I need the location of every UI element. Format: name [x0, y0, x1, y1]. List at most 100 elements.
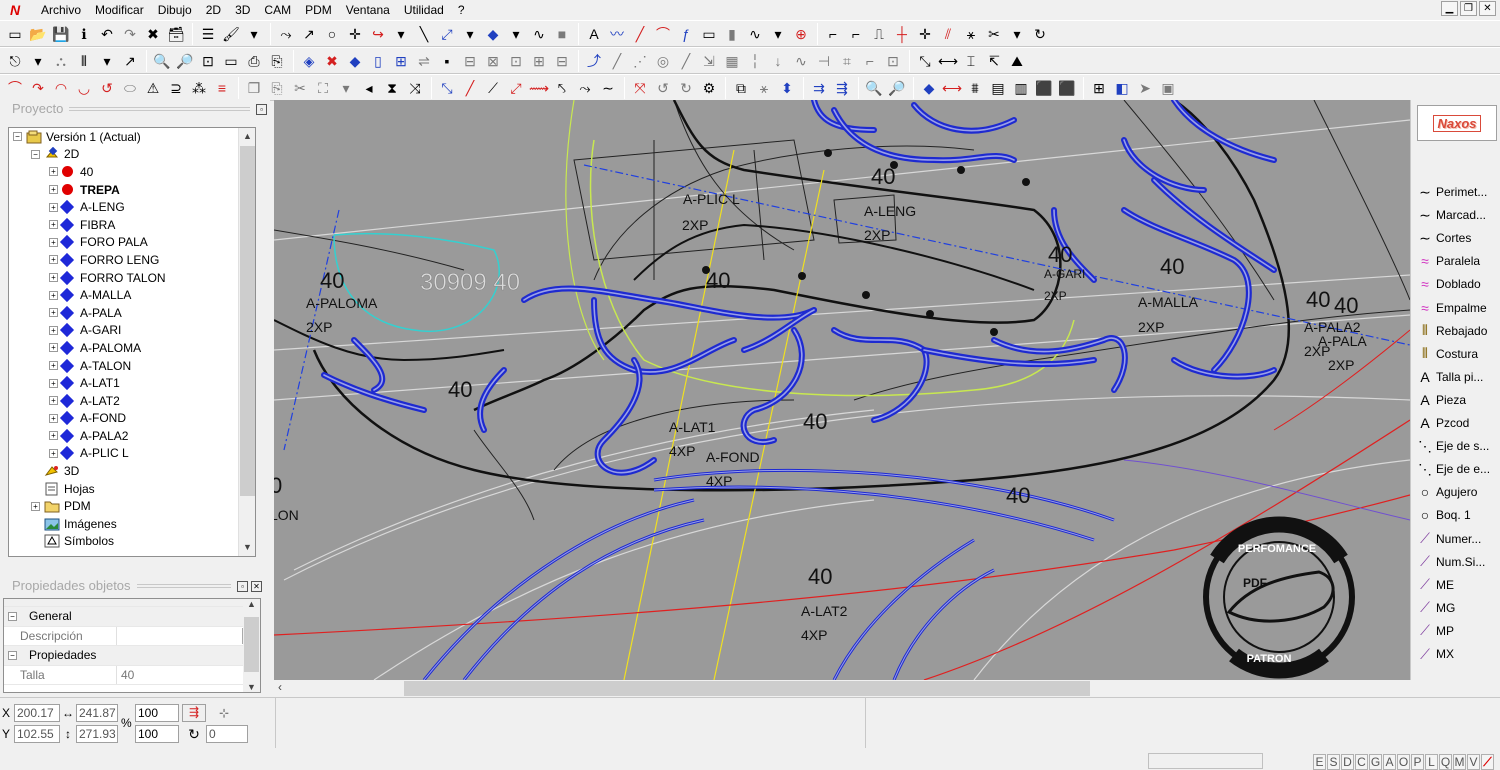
text-icon[interactable]: A	[583, 23, 605, 45]
sym9-icon[interactable]: ⊠	[482, 50, 504, 72]
tree-item-2d[interactable]: − 2D	[9, 146, 255, 164]
warn-icon[interactable]: ⚠	[142, 77, 164, 99]
img-icon[interactable]: ⊞	[1088, 77, 1110, 99]
zoom-icon[interactable]: 🔍	[151, 50, 173, 72]
sym7-icon[interactable]: ▪	[436, 50, 458, 72]
sym12-icon[interactable]: ⊟	[551, 50, 573, 72]
sym4-icon[interactable]: ▯	[367, 50, 389, 72]
tool-paralela[interactable]: ≈ Paralela	[1415, 250, 1480, 272]
arrow-icon[interactable]: ➤	[1134, 77, 1156, 99]
tool-pieza[interactable]: A Pieza	[1415, 389, 1466, 411]
func-icon[interactable]: ƒ	[675, 23, 697, 45]
hash-icon[interactable]: ⌗	[836, 50, 858, 72]
tool-perimet-[interactable]: ∼ Perimet...	[1415, 181, 1487, 203]
ring-icon[interactable]: ◎	[652, 50, 674, 72]
tree-item-foro-pala[interactable]: + FORO PALA	[9, 234, 255, 252]
line-icon[interactable]: ╲	[413, 23, 435, 45]
text-curve-icon[interactable]: 〰	[606, 23, 628, 45]
grid-icon[interactable]: ▦	[721, 50, 743, 72]
close-icon[interactable]: ✕	[1479, 1, 1496, 16]
expand-icon[interactable]: +	[49, 431, 58, 441]
dropdown-icon[interactable]: ▾	[459, 23, 481, 45]
open-icon[interactable]: 📂	[27, 23, 49, 45]
mount-icon[interactable]: ⛰	[1006, 50, 1028, 72]
cut-icon[interactable]: ✂	[289, 77, 311, 99]
menu-utilidad[interactable]: Utilidad	[397, 1, 451, 19]
expand-icon[interactable]: +	[49, 185, 58, 195]
ellipse-icon[interactable]: ⬭	[119, 77, 141, 99]
prop-row-descripcion[interactable]: Descripción...	[4, 626, 260, 646]
tool-boq-1[interactable]: ○ Boq. 1	[1415, 504, 1471, 526]
tree-item-a-pala2[interactable]: + A-PALA2	[9, 427, 255, 445]
wave-icon[interactable]: ∿	[790, 50, 812, 72]
collapse-icon[interactable]: −	[31, 149, 40, 159]
menu-dibujo[interactable]: Dibujo	[151, 1, 199, 19]
star-icon[interactable]: ⚹	[753, 77, 775, 99]
menu-help[interactable]: ?	[451, 1, 472, 19]
list-icon[interactable]: ☰	[197, 23, 219, 45]
hspan-icon[interactable]: ⟷	[937, 50, 959, 72]
mode-s[interactable]: S	[1327, 754, 1340, 770]
wave-icon[interactable]: ⤳	[574, 77, 596, 99]
cross-red-icon[interactable]: ┼	[891, 23, 913, 45]
expand-icon[interactable]: +	[49, 448, 58, 458]
drawing-canvas[interactable]: 40 A-PLIC L 2XP 40 A-LENG 2XP 40 A-PALOMA 2XP 309…	[274, 100, 1410, 680]
tool2-icon[interactable]: ⛬	[50, 50, 72, 72]
redo-icon[interactable]: ↷	[119, 23, 141, 45]
tool-talla-pi-[interactable]: A Talla pi...	[1415, 366, 1483, 388]
dropdown-icon[interactable]: ▾	[767, 23, 789, 45]
refresh-icon[interactable]: ↻	[1029, 23, 1051, 45]
mat-icon[interactable]: ◧	[1111, 77, 1133, 99]
tool-eje-de-e-[interactable]: ⋱ Eje de e...	[1415, 458, 1490, 480]
squig-icon[interactable]: ⟿	[528, 77, 550, 99]
copy-icon[interactable]: ⎘	[266, 50, 288, 72]
tool-doblado[interactable]: ≈ Doblado	[1415, 273, 1481, 295]
flow2-icon[interactable]: ⇶	[831, 77, 853, 99]
bend-icon[interactable]: ↪	[367, 23, 389, 45]
expand-icon[interactable]: +	[49, 237, 58, 247]
zoom-out-icon[interactable]: 🔎	[174, 50, 196, 72]
dropdown-icon[interactable]: ▾	[27, 50, 49, 72]
rect-icon[interactable]: ▭	[698, 23, 720, 45]
mode-p[interactable]: P	[1411, 754, 1424, 770]
diag2-icon[interactable]: ╱	[675, 50, 697, 72]
collapse-icon[interactable]: −	[13, 132, 22, 142]
canvas-hscrollbar[interactable]: ‹	[274, 680, 1410, 697]
expand-icon[interactable]: +	[49, 361, 58, 371]
dropdown-icon[interactable]: ▾	[243, 23, 265, 45]
sym1-icon[interactable]: ◈	[298, 50, 320, 72]
tree-item-s-mbolos[interactable]: Símbolos	[9, 533, 255, 551]
tree-item-40[interactable]: +40	[9, 163, 255, 181]
corner2-icon[interactable]: ⌐	[845, 23, 867, 45]
delete-icon[interactable]: ✖	[142, 23, 164, 45]
target-icon[interactable]: ⊕	[790, 23, 812, 45]
undo-icon[interactable]: ↶	[96, 23, 118, 45]
arrow2-icon[interactable]: ⇲	[698, 50, 720, 72]
tri-icon[interactable]: ⩩	[964, 77, 986, 99]
cut-icon[interactable]: ✂	[983, 23, 1005, 45]
mode-l[interactable]: L	[1425, 754, 1438, 770]
corner-icon[interactable]: ⌐	[822, 23, 844, 45]
tool-num-si-[interactable]: ⟋ Num.Si...	[1415, 551, 1485, 573]
updown-icon[interactable]: ⬍	[776, 77, 798, 99]
scale-tool-icon[interactable]: ⇶	[182, 704, 206, 722]
expand-icon[interactable]: +	[49, 202, 58, 212]
dropdown-icon[interactable]: ▾	[390, 23, 412, 45]
table2-icon[interactable]: ▥	[1010, 77, 1032, 99]
expand-icon[interactable]: +	[49, 290, 58, 300]
menu-cam[interactable]: CAM	[257, 1, 298, 19]
width-field[interactable]: 241.87	[76, 704, 118, 722]
gear-icon[interactable]: ⚙	[698, 77, 720, 99]
collapse-icon[interactable]: −	[8, 650, 17, 660]
tool-agujero[interactable]: ○ Agujero	[1415, 481, 1478, 503]
tree-item-a-fond[interactable]: + A-FOND	[9, 410, 255, 428]
save-icon[interactable]: 💾	[50, 23, 72, 45]
tool-numer-[interactable]: ⟋ Numer...	[1415, 528, 1481, 550]
vert-icon[interactable]: ╎	[744, 50, 766, 72]
zoom2-icon[interactable]: 🔎	[886, 77, 908, 99]
sym8-icon[interactable]: ⊟	[459, 50, 481, 72]
menu-3d[interactable]: 3D	[228, 1, 257, 19]
tree-item-forro-leng[interactable]: + FORRO LENG	[9, 251, 255, 269]
arc4-icon[interactable]: ◡	[73, 77, 95, 99]
parallel-red-icon[interactable]: ⫽	[937, 23, 959, 45]
